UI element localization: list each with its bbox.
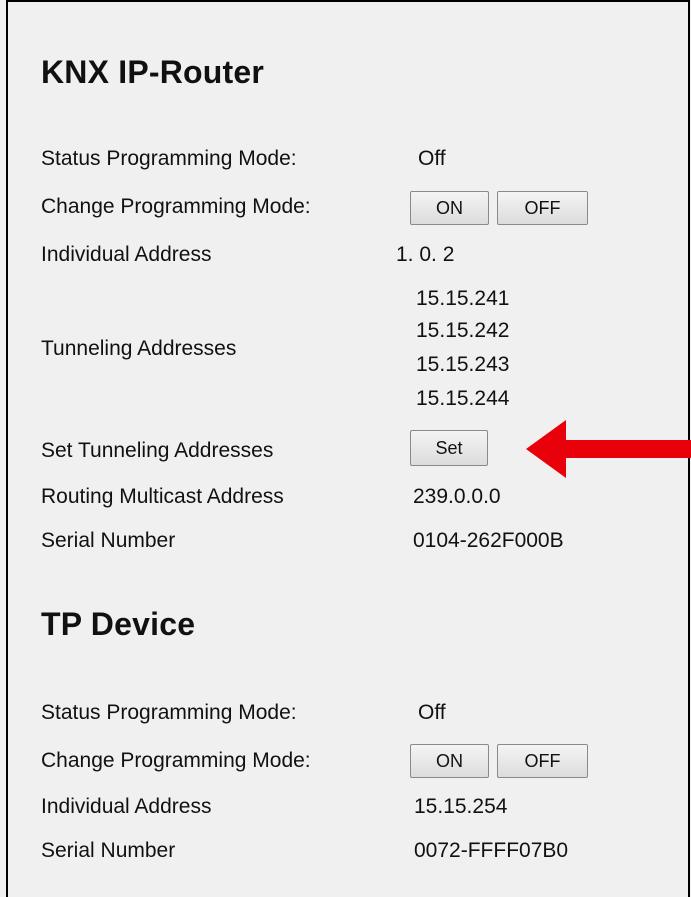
tp-on-button[interactable]: ON — [410, 744, 489, 778]
tp-status-label: Status Programming Mode: — [41, 701, 297, 724]
tp-off-button[interactable]: OFF — [497, 744, 588, 778]
router-tunneling-label: Tunneling Addresses — [41, 337, 237, 360]
router-multicast-value: 239.0.0.0 — [413, 485, 501, 508]
tp-status-value: Off — [418, 701, 446, 724]
router-tunneling-value-2: 15.15.242 — [416, 319, 510, 342]
router-serial-value: 0104-262F000B — [413, 529, 564, 552]
router-set-tunneling-label: Set Tunneling Addresses — [41, 439, 274, 462]
router-off-button[interactable]: OFF — [497, 191, 588, 225]
tp-individual-value: 15.15.254 — [414, 795, 508, 818]
router-individual-value: 1. 0. 2 — [396, 243, 455, 266]
tp-serial-label: Serial Number — [41, 839, 176, 862]
router-individual-label: Individual Address — [41, 243, 212, 266]
router-tunneling-value-1: 15.15.241 — [416, 287, 510, 310]
router-status-value: Off — [418, 147, 446, 170]
router-title: KNX IP-Router — [41, 54, 265, 90]
tp-device-title: TP Device — [41, 606, 196, 642]
router-on-button[interactable]: ON — [410, 191, 489, 225]
router-status-label: Status Programming Mode: — [41, 147, 297, 170]
tp-change-label: Change Programming Mode: — [41, 749, 311, 772]
page-frame: KNX IP-Router Status Programming Mode: O… — [6, 0, 691, 897]
router-change-label: Change Programming Mode: — [41, 195, 311, 218]
router-tunneling-value-4: 15.15.244 — [416, 387, 510, 410]
tp-individual-label: Individual Address — [41, 795, 212, 818]
red-arrow-left-icon — [526, 420, 691, 478]
tp-serial-value: 0072-FFFF07B0 — [414, 839, 569, 862]
router-multicast-label: Routing Multicast Address — [41, 485, 284, 508]
set-tunneling-button[interactable]: Set — [410, 430, 488, 466]
router-serial-label: Serial Number — [41, 529, 176, 552]
router-tunneling-value-3: 15.15.243 — [416, 353, 510, 376]
